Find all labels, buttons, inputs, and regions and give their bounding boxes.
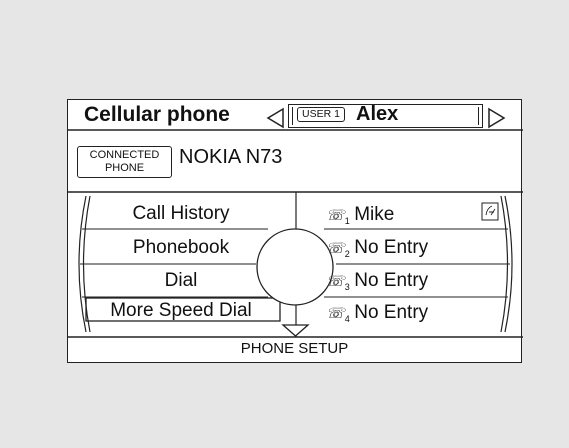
speed-dial-slot: 3 xyxy=(344,282,350,293)
menu-item-more-speed-dial[interactable]: More Speed Dial xyxy=(86,300,276,322)
menu-item-call-history[interactable]: Call History xyxy=(86,203,276,225)
arrow-right-icon[interactable] xyxy=(488,107,506,129)
menu-item-phonebook[interactable]: Phonebook xyxy=(86,237,276,259)
speed-dial-slot: 1 xyxy=(344,216,350,227)
voice-tag-icon[interactable] xyxy=(481,202,499,221)
speed-dial-entry[interactable]: ☏1 Mike xyxy=(326,204,394,226)
handset-icon: ☏ xyxy=(326,305,345,322)
user-badge: USER 1 xyxy=(297,107,345,122)
speed-dial-entry[interactable]: ☏3 No Entry xyxy=(326,270,428,292)
speed-dial-name: Mike xyxy=(354,204,395,225)
speed-dial-entry[interactable]: ☏4 No Entry xyxy=(326,302,428,324)
menu-item-dial[interactable]: Dial xyxy=(86,270,276,292)
speed-dial-name: No Entry xyxy=(354,270,429,291)
speed-dial-name: No Entry xyxy=(354,302,429,323)
speed-dial-slot: 2 xyxy=(344,249,350,260)
handset-icon: ☏ xyxy=(326,273,345,290)
user-selector[interactable]: USER 1 Alex xyxy=(288,103,483,128)
connected-badge-line1: CONNECTED xyxy=(89,149,160,161)
arrow-left-icon[interactable] xyxy=(266,107,284,129)
connected-phone-badge: CONNECTED PHONE xyxy=(77,146,172,178)
phone-setup-button[interactable]: PHONE SETUP xyxy=(68,340,521,357)
user-name: Alex xyxy=(356,103,399,125)
handset-icon: ☏ xyxy=(326,207,345,224)
page-title: Cellular phone xyxy=(84,103,230,126)
handset-icon: ☏ xyxy=(326,240,345,257)
arrow-down-icon[interactable] xyxy=(281,324,310,337)
screen-graphics xyxy=(68,107,523,338)
phone-screen: Cellular phone USER 1 Alex CONNECTED PHO… xyxy=(67,99,523,363)
device-name: NOKIA N73 xyxy=(179,146,283,168)
speed-dial-slot: 4 xyxy=(344,314,350,325)
speed-dial-entry[interactable]: ☏2 No Entry xyxy=(326,237,428,259)
connected-badge-line2: PHONE xyxy=(104,162,145,174)
speed-dial-name: No Entry xyxy=(354,237,429,258)
